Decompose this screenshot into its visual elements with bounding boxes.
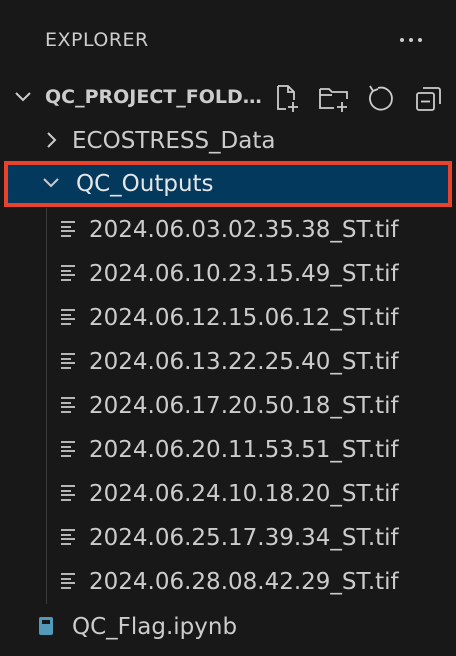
- new-folder-icon[interactable]: [318, 82, 350, 114]
- file-label: 2024.06.10.23.15.49_ST.tif: [89, 261, 399, 287]
- file-row[interactable]: 2024.06.12.15.06.12_ST.tif: [0, 295, 456, 339]
- chevron-down-icon: [15, 92, 31, 102]
- file-label: 2024.06.28.08.42.29_ST.tif: [89, 569, 399, 595]
- file-label: 2024.06.03.02.35.38_ST.tif: [89, 217, 399, 243]
- file-lines-icon: [61, 485, 75, 501]
- file-label: 2024.06.12.15.06.12_ST.tif: [89, 305, 399, 331]
- file-row[interactable]: 2024.06.13.22.25.40_ST.tif: [0, 339, 456, 383]
- folder-qc-outputs[interactable]: QC_Outputs: [4, 161, 452, 207]
- file-row[interactable]: 2024.06.24.10.18.20_ST.tif: [0, 471, 456, 515]
- file-lines-icon: [61, 353, 75, 369]
- file-lines-icon: [61, 265, 75, 281]
- explorer-title: EXPLORER: [45, 29, 149, 51]
- explorer-panel: EXPLORER QC_PROJECT_FOLDER ECOSTRESS_Dat…: [0, 0, 456, 656]
- file-row[interactable]: 2024.06.28.08.42.29_ST.tif: [0, 559, 456, 603]
- folder-label: QC_Outputs: [76, 171, 214, 197]
- file-lines-icon: [61, 529, 75, 545]
- chevron-right-icon: [47, 132, 57, 148]
- explorer-header: EXPLORER: [0, 0, 456, 80]
- file-label: 2024.06.13.22.25.40_ST.tif: [89, 349, 399, 375]
- folder-label: ECOSTRESS_Data: [72, 128, 276, 154]
- file-lines-icon: [61, 573, 75, 589]
- file-row[interactable]: 2024.06.10.23.15.49_ST.tif: [0, 251, 456, 295]
- file-row[interactable]: 2024.06.03.02.35.38_ST.tif: [0, 207, 456, 251]
- notebook-icon: [39, 617, 53, 635]
- folder-ecostress-data[interactable]: ECOSTRESS_Data: [0, 118, 456, 162]
- file-row[interactable]: 2024.06.17.20.50.18_ST.tif: [0, 383, 456, 427]
- file-lines-icon: [61, 397, 75, 413]
- file-label: 2024.06.25.17.39.34_ST.tif: [89, 525, 399, 551]
- refresh-icon[interactable]: [365, 82, 397, 114]
- file-label: 2024.06.24.10.18.20_ST.tif: [89, 481, 399, 507]
- file-row[interactable]: 2024.06.25.17.39.34_ST.tif: [0, 515, 456, 559]
- file-row-notebook[interactable]: QC_Flag.ipynb: [0, 604, 456, 648]
- file-label: QC_Flag.ipynb: [72, 614, 238, 640]
- file-label: 2024.06.20.11.53.51_ST.tif: [89, 437, 399, 463]
- new-file-icon[interactable]: [271, 82, 303, 114]
- chevron-down-icon: [43, 178, 59, 188]
- collapse-all-icon[interactable]: [413, 82, 445, 114]
- file-lines-icon: [61, 441, 75, 457]
- ellipsis-icon[interactable]: [396, 28, 426, 52]
- project-folder-name: QC_PROJECT_FOLDER: [45, 86, 270, 108]
- file-row[interactable]: 2024.06.20.11.53.51_ST.tif: [0, 427, 456, 471]
- project-folder-row[interactable]: QC_PROJECT_FOLDER: [0, 74, 456, 120]
- file-lines-icon: [61, 221, 75, 237]
- file-label: 2024.06.17.20.50.18_ST.tif: [89, 393, 399, 419]
- file-lines-icon: [61, 309, 75, 325]
